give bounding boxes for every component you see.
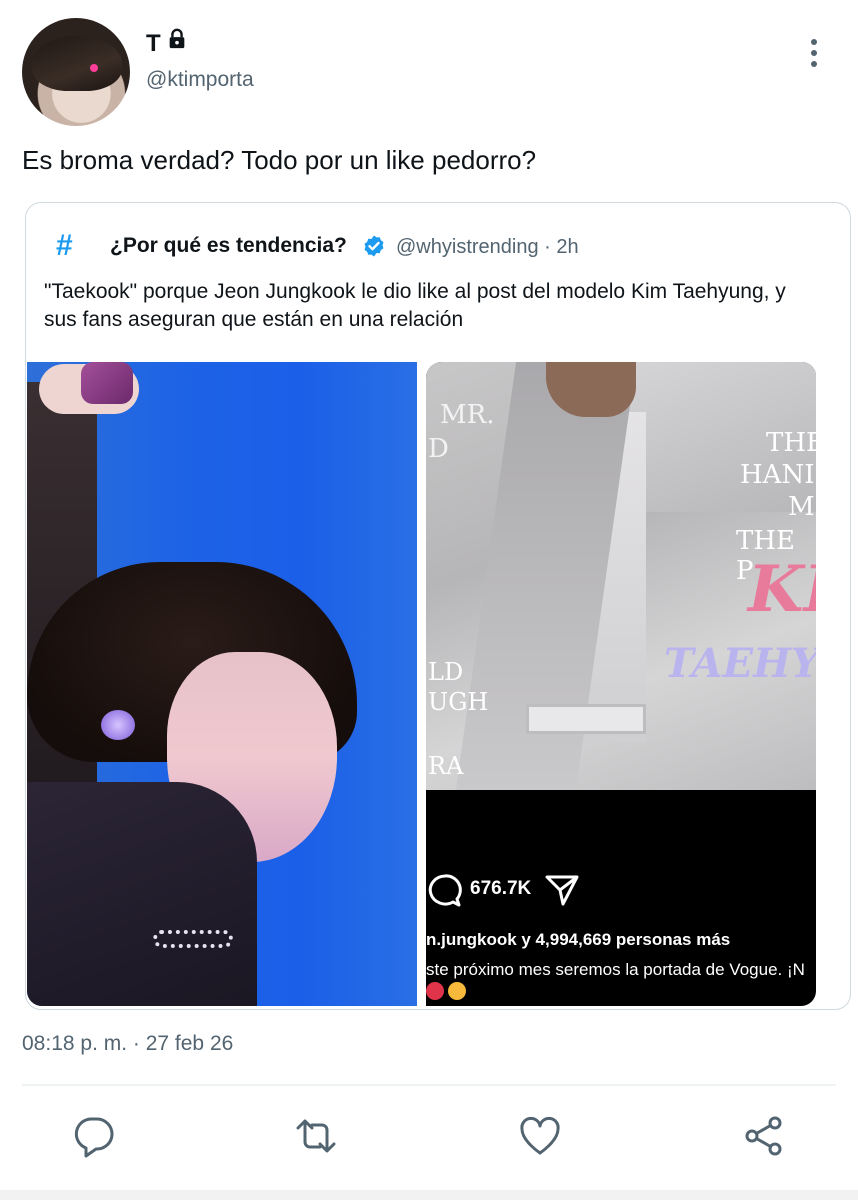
caption-text: ste próximo mes seremos la portada de Vo… <box>426 960 805 979</box>
magazine-title: KI <box>748 552 816 627</box>
verified-badge-icon <box>364 235 384 257</box>
hashtag-icon: # <box>56 229 73 262</box>
comment-count: 676.7K <box>470 878 532 899</box>
media-image-left[interactable] <box>27 362 417 1006</box>
retweet-icon[interactable] <box>294 1114 338 1158</box>
smiley-emoji-icon <box>448 981 466 1000</box>
lock-icon <box>169 28 185 49</box>
photo-earpiece <box>101 710 135 740</box>
magazine-text: D <box>428 434 449 464</box>
comment-icon <box>428 874 462 907</box>
display-name[interactable]: T <box>146 30 161 58</box>
magazine-text: THE <box>766 428 816 458</box>
photo-jacket <box>27 782 257 1006</box>
tweet-timestamp[interactable]: 08:18 p. m. · 27 feb 26 <box>22 1032 233 1056</box>
heart-emoji-icon <box>426 981 444 1000</box>
heart-icon[interactable] <box>518 1114 562 1158</box>
magazine-text: MR. <box>440 400 495 430</box>
bottom-edge <box>0 1190 858 1200</box>
magazine-text: RA <box>428 752 464 780</box>
media-image-right[interactable]: MR. D THE HANI M THE P KI TAEHY LD UGH R… <box>426 362 816 1006</box>
reply-icon[interactable] <box>72 1114 116 1158</box>
likes-text: n.jungkook y 4,994,669 personas más <box>426 930 731 949</box>
quoted-display-name[interactable]: ¿Por qué es tendencia? <box>110 234 347 258</box>
magazine-text: HANI <box>740 460 815 490</box>
divider <box>22 1084 836 1086</box>
avatar[interactable] <box>22 18 130 126</box>
avatar-hair <box>32 36 122 91</box>
share-icon[interactable] <box>742 1114 786 1158</box>
send-icon <box>545 875 579 906</box>
photo-microphone <box>81 362 133 404</box>
quoted-tweet-text: "Taekook" porque Jeon Jungkook le dio li… <box>44 280 786 331</box>
avatar-hairclip <box>90 64 98 72</box>
magazine-text: UGH <box>428 688 489 716</box>
tweet-text: Es broma verdad? Todo por un like pedorr… <box>22 145 537 175</box>
more-vertical-icon[interactable] <box>800 36 828 70</box>
magazine-text: LD <box>428 658 464 686</box>
photo-necklace <box>153 930 233 948</box>
quoted-handle-time[interactable]: @whyistrending · 2h <box>396 236 579 259</box>
magazine-text: M <box>788 492 815 522</box>
user-handle[interactable]: @ktimporta <box>146 68 254 92</box>
photo-belt <box>526 704 646 734</box>
magazine-subtitle: TAEHY <box>664 640 816 687</box>
emoji-row <box>426 980 470 1000</box>
